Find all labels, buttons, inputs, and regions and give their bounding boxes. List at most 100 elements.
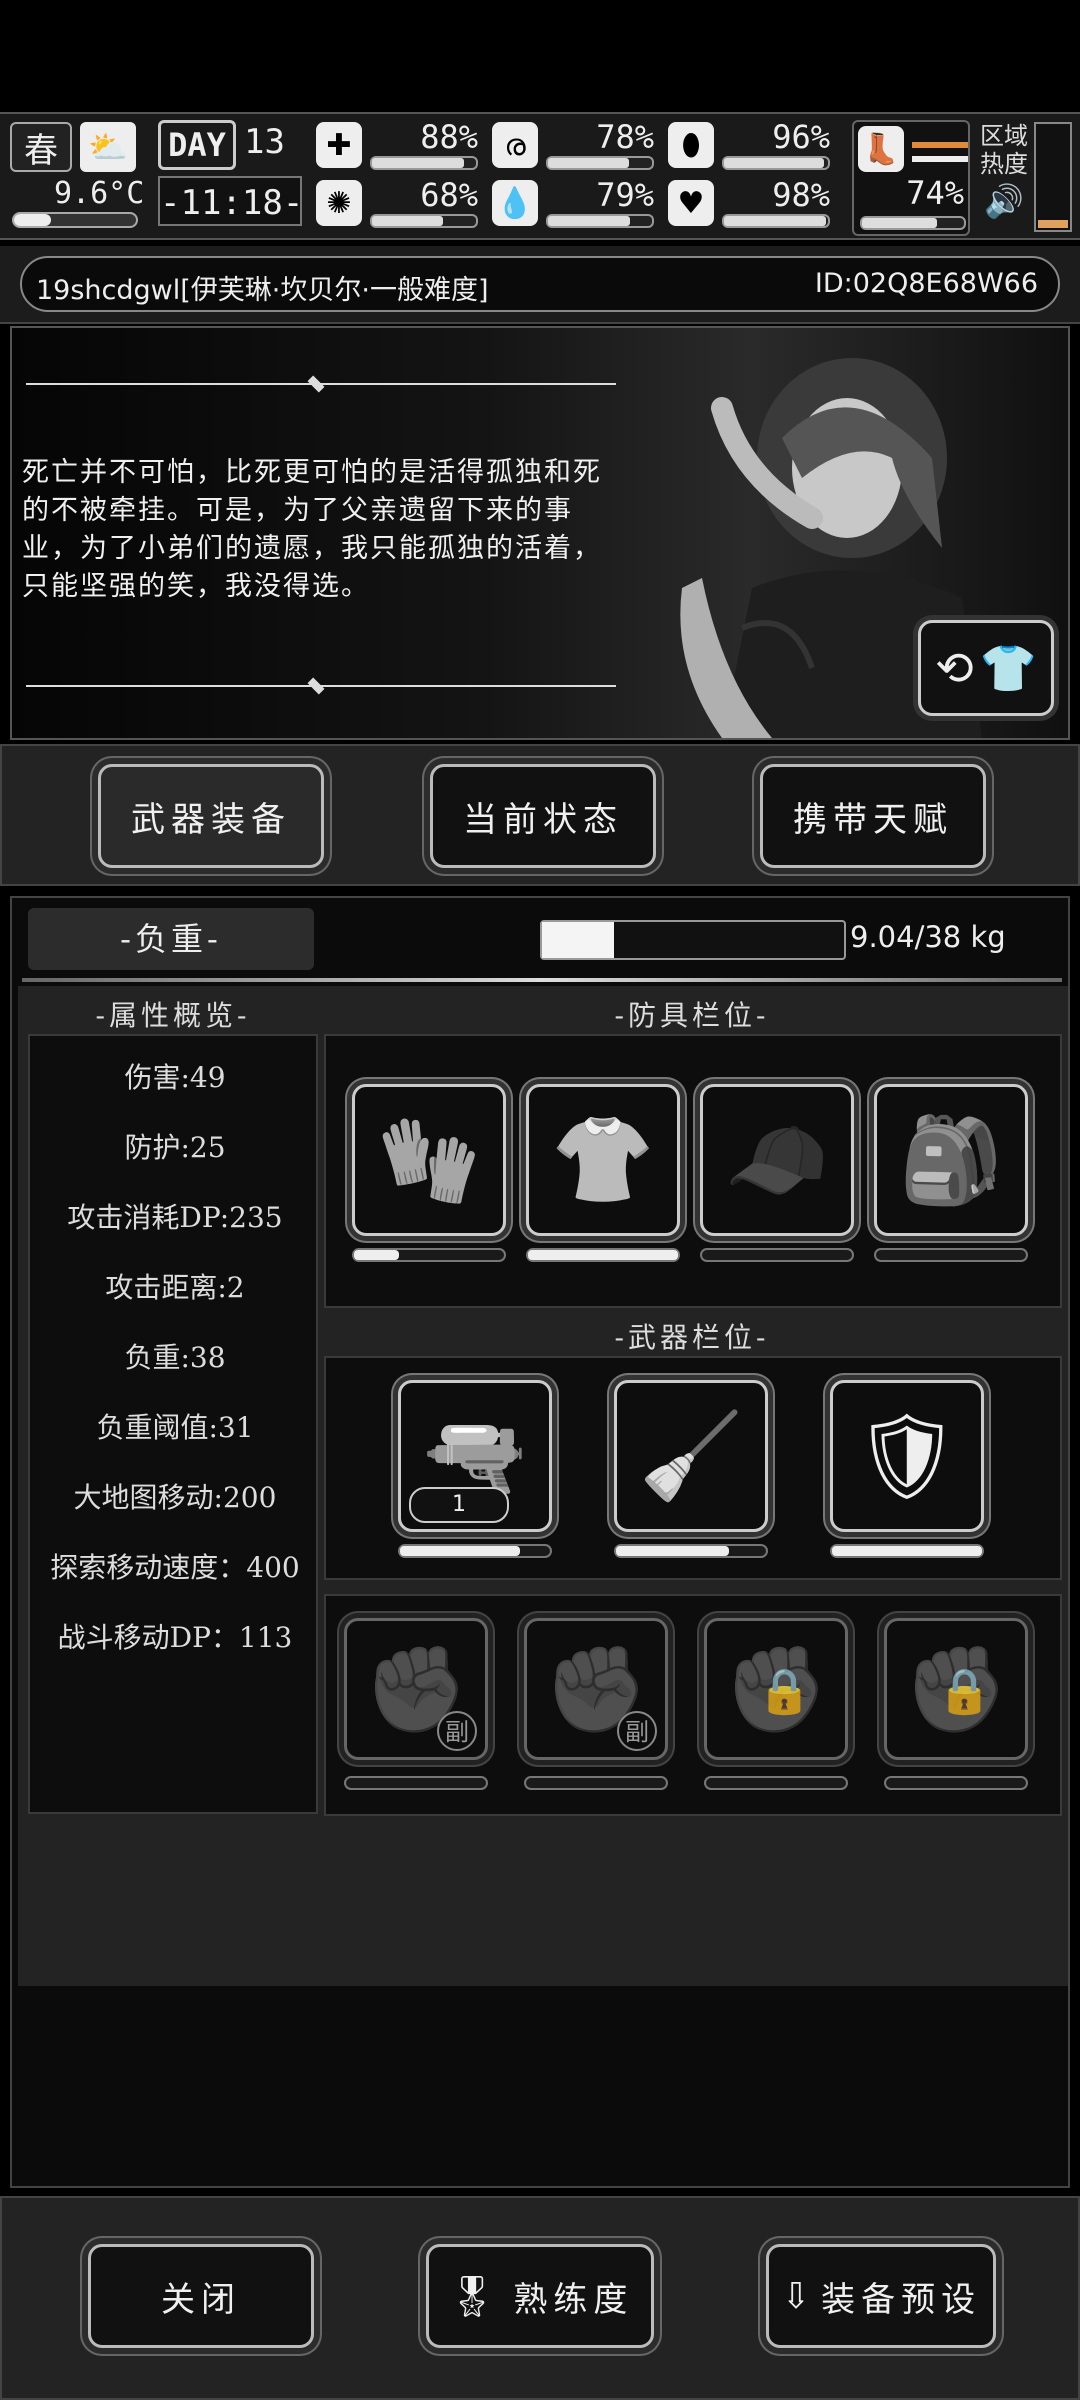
- foot-stamina-panel: 👢 74%: [852, 120, 970, 236]
- armor-slot[interactable]: 🧤: [352, 1084, 506, 1236]
- day-label: DAY: [168, 126, 226, 164]
- weight-divider: [22, 978, 1062, 982]
- armor-durability-bar: [700, 1248, 854, 1262]
- weapon-slot[interactable]: 🛡: [830, 1380, 984, 1532]
- attributes-list: 伤害:49 防护:25 攻击消耗DP:235 攻击距离:2 负重:38 负重阈值:31 大地…: [28, 1034, 318, 1814]
- mental-meter: [370, 214, 478, 228]
- armor-durability-bar: [352, 1248, 506, 1262]
- equipment-preset-label: 装备预设: [821, 2279, 982, 2320]
- tab-weapons-equipment[interactable]: 武器装备: [98, 764, 324, 868]
- player-info-bar: 19shcdgwl[伊芙琳·坎贝尔·一般难度] ID:02Q8E68W66: [20, 256, 1060, 312]
- weapon-slot[interactable]: 🧹: [614, 1380, 768, 1532]
- equipment-preset-button[interactable]: ⇩ 装备预设: [766, 2244, 996, 2348]
- brain-icon: ✺: [316, 180, 362, 226]
- armor-slot[interactable]: 👚: [526, 1084, 680, 1236]
- armor-title: -防具栏位-: [614, 999, 770, 1032]
- attribute-row: 负重:38: [124, 1341, 226, 1374]
- speaker-icon[interactable]: 🔊: [984, 182, 1024, 222]
- thirst-meter: [546, 214, 654, 228]
- download-box-icon: ⇩: [780, 2275, 812, 2317]
- gloves-icon: 🧤: [376, 1110, 482, 1209]
- weapon-durability-bar: [398, 1544, 552, 1558]
- story-banner: 死亡并不可怕，比死更可怕的是活得孤独和死的不被牵挂。可是，为了父亲遗留下来的事业…: [10, 326, 1070, 740]
- heart-icon: ♥: [668, 180, 714, 226]
- region-heat-label-line1: 区域: [980, 122, 1028, 150]
- weapons-title: -武器栏位-: [614, 1321, 770, 1354]
- visor-cap-icon: 🧢: [724, 1110, 830, 1209]
- region-heat-label-line2: 热度: [980, 150, 1028, 178]
- switch-outfit-button[interactable]: ⟲ 👕: [918, 620, 1054, 716]
- close-button-label: 关闭: [161, 2279, 241, 2320]
- armor-slot[interactable]: 🎒: [874, 1084, 1028, 1236]
- season-badge: 春: [10, 122, 72, 172]
- clothing-icon: 👚: [550, 1110, 656, 1209]
- thirst-percent: 79%: [596, 176, 654, 214]
- medkit-icon: ✚: [316, 122, 362, 168]
- player-id: ID:02Q8E68W66: [814, 268, 1038, 299]
- water-drop-icon: 💧: [492, 180, 538, 226]
- player-name: 19shcdgwl[伊芙琳·坎贝尔·一般难度]: [36, 275, 489, 306]
- weapon-durability-bar: [830, 1544, 984, 1558]
- armor-durability-bar: [874, 1248, 1028, 1262]
- foot-percent: 74%: [906, 174, 964, 212]
- locked-sub-slot[interactable]: ✊ 🔒: [884, 1618, 1028, 1760]
- attribute-row: 伤害:49: [124, 1061, 226, 1094]
- armor-slot[interactable]: 🧢: [700, 1084, 854, 1236]
- attribute-row: 攻击消耗DP:235: [67, 1201, 283, 1234]
- attribute-row: 战斗移动DP：113: [57, 1621, 293, 1654]
- attribute-row: 探索移动速度：400: [50, 1551, 300, 1584]
- ornament-divider-top: [26, 374, 616, 394]
- sub-slot-durability-bar: [344, 1776, 488, 1790]
- equipment-panel: -负重- 9.04/38 kg -属性概览- 伤害:49 防护:25 攻击消耗DP:…: [10, 896, 1070, 2188]
- weight-value: 9.04/38 kg: [850, 920, 1006, 954]
- fatigue-percent: 96%: [772, 118, 830, 156]
- sub-weapon-slot[interactable]: ✊ 副: [524, 1618, 668, 1760]
- mental-percent: 68%: [420, 176, 478, 214]
- locked-sub-slot[interactable]: ✊ 🔒: [704, 1618, 848, 1760]
- season-label: 春: [24, 130, 58, 171]
- stomach-icon: ര: [492, 122, 538, 168]
- backpack-icon: 🎒: [898, 1110, 1004, 1209]
- foot-status-bar-2: [912, 156, 968, 162]
- sub-slot-durability-bar: [704, 1776, 848, 1790]
- status-bar: 春 ⛅ 9.6°C DAY 13 -11:18- ✚ 88% ര 78% ⬮ 96% ✺ 68…: [0, 112, 1080, 240]
- proficiency-button[interactable]: 🎖 熟练度: [426, 2244, 654, 2348]
- mood-percent: 98%: [772, 176, 830, 214]
- lock-icon: 🔒: [757, 1666, 812, 1717]
- armor-slots: 🧤 👚 🧢 🎒: [324, 1034, 1062, 1308]
- clock-display: -11:18-: [158, 176, 303, 226]
- temperature-readout: 9.6°C: [54, 176, 145, 211]
- tab-carried-talents[interactable]: 携带天赋: [760, 764, 986, 868]
- shovel-icon: 🧹: [638, 1406, 744, 1505]
- day-number: 13: [244, 122, 285, 162]
- ornament-divider-bottom: [26, 676, 616, 696]
- lock-icon: 🔒: [937, 1666, 992, 1717]
- day-badge: DAY: [158, 120, 236, 170]
- attributes-title: -属性概览-: [95, 999, 251, 1032]
- tab-bar: 武器装备 当前状态 携带天赋: [0, 744, 1080, 886]
- medal-icon: 🎖: [446, 2273, 498, 2320]
- story-quote: 死亡并不可怕，比死更可怕的是活得孤独和死的不被牵挂。可是，为了父亲遗留下来的事业…: [22, 457, 602, 602]
- sub-weapon-slot[interactable]: ✊ 副: [344, 1618, 488, 1760]
- riot-shield-icon: 🛡: [853, 1406, 961, 1505]
- close-button[interactable]: 关闭: [88, 2244, 314, 2348]
- capsule-icon: ⬮: [668, 122, 714, 168]
- region-heat-gauge: [1034, 122, 1072, 232]
- attribute-row: 攻击距离:2: [105, 1271, 245, 1304]
- armor-durability-bar: [526, 1248, 680, 1262]
- player-bar-container: 19shcdgwl[伊芙琳·坎贝尔·一般难度] ID:02Q8E68W66: [0, 246, 1080, 324]
- weapon-slot[interactable]: 🔫 1: [398, 1380, 552, 1532]
- secondary-tag: 副: [437, 1711, 477, 1751]
- hunger-meter: [546, 156, 654, 170]
- tab-current-status[interactable]: 当前状态: [430, 764, 656, 868]
- weapon-durability-bar: [614, 1544, 768, 1558]
- foot-status-bar-1: [912, 142, 968, 148]
- weight-label: -负重-: [28, 908, 314, 970]
- health-meter: [370, 156, 478, 170]
- secondary-tag: 副: [617, 1711, 657, 1751]
- refresh-icon: ⟲: [935, 641, 974, 695]
- weather-cloudy-sun-icon[interactable]: ⛅: [80, 122, 136, 172]
- sub-weapon-slots: ✊ 副 ✊ 副 ✊ 🔒 ✊ 🔒: [324, 1594, 1062, 1816]
- sub-slot-durability-bar: [524, 1776, 668, 1790]
- proficiency-button-label: 熟练度: [513, 2279, 634, 2320]
